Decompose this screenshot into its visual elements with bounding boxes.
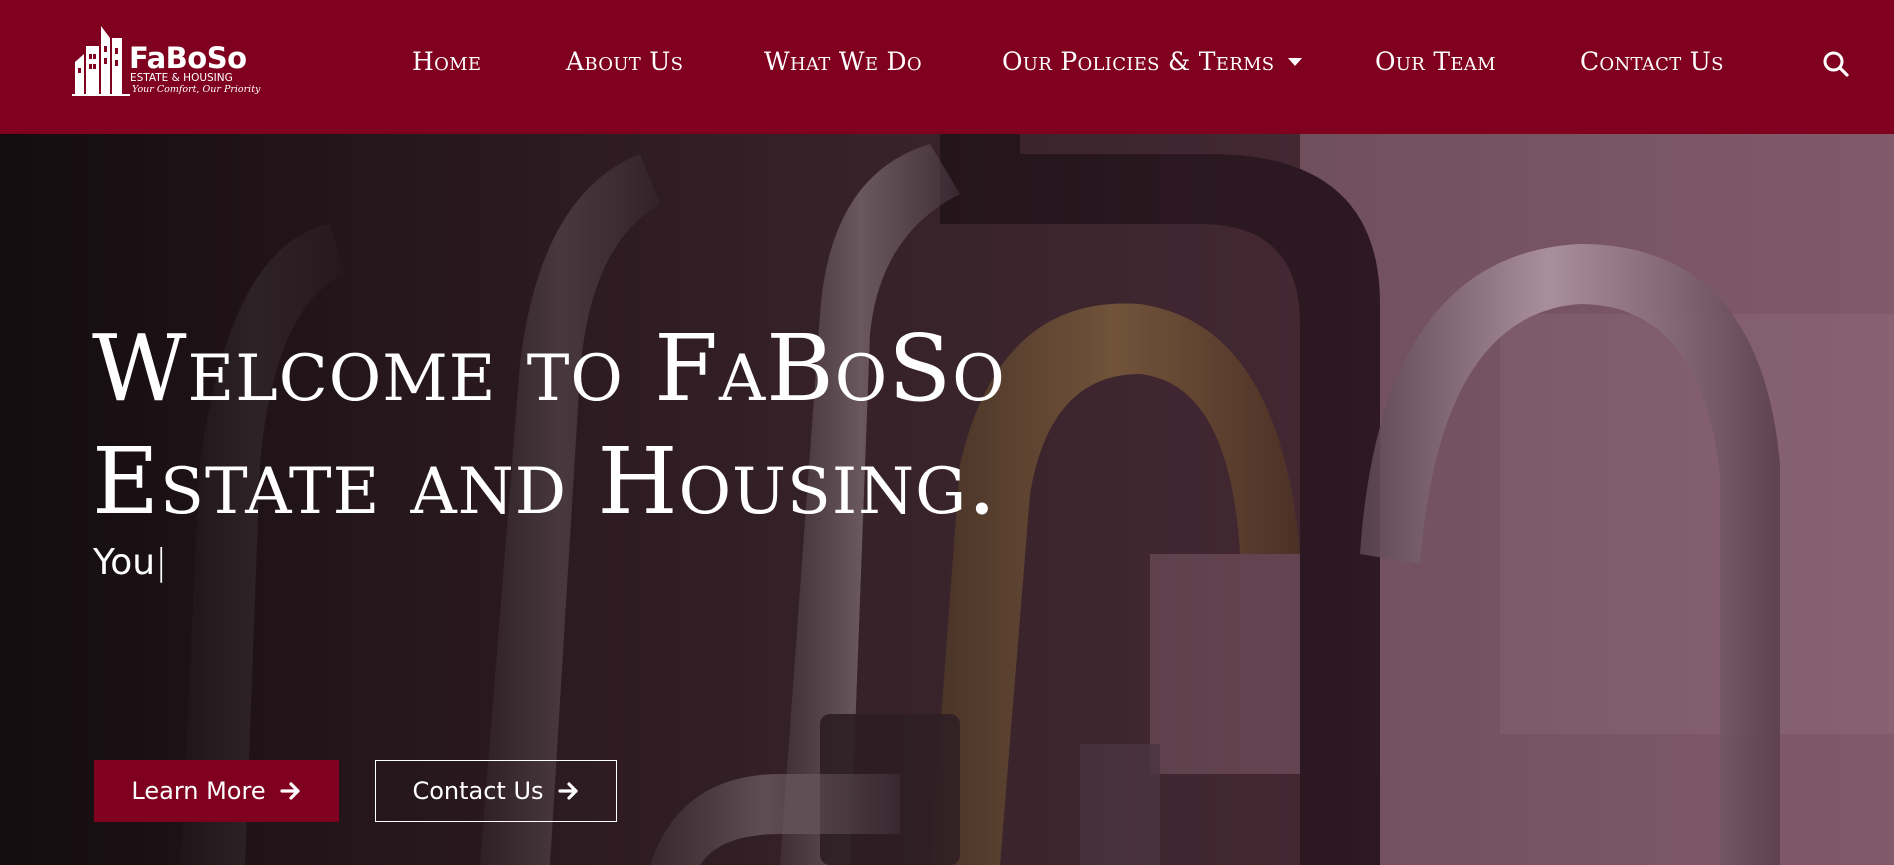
nav-item-about-us[interactable]: About Us <box>566 44 683 80</box>
typed-text-value: You <box>93 542 156 583</box>
nav-item-home[interactable]: Home <box>412 44 481 80</box>
arrow-right-icon <box>279 782 300 800</box>
nav-item-label: Our Policies & Terms <box>1002 47 1275 76</box>
search-icon[interactable] <box>1822 50 1850 78</box>
hero-title: Welcome to FaBoSo Estate and Housing. <box>92 312 1392 538</box>
typed-text: You| <box>93 541 167 585</box>
main-nav: Home About Us What We Do Our Policies & … <box>0 0 1894 134</box>
site-header: FaBoSo ESTATE & HOUSING Your Comfort, Ou… <box>0 0 1894 134</box>
contact-us-button[interactable]: Contact Us <box>375 760 617 822</box>
hero-title-line-1: Welcome to FaBoSo <box>92 315 1006 422</box>
nav-item-contact-us[interactable]: Contact Us <box>1580 44 1724 80</box>
learn-more-button[interactable]: Learn More <box>94 760 339 822</box>
contact-us-label: Contact Us <box>412 777 544 805</box>
nav-item-our-team[interactable]: Our Team <box>1375 44 1496 80</box>
nav-item-policies-terms[interactable]: Our Policies & Terms <box>1002 44 1303 80</box>
typing-cursor: | <box>155 542 168 583</box>
hero-title-line-2: Estate and Housing. <box>92 428 998 535</box>
chevron-down-icon[interactable] <box>1288 57 1303 66</box>
nav-item-what-we-do[interactable]: What We Do <box>764 44 922 80</box>
hero-section: Welcome to FaBoSo Estate and Housing. You… <box>0 134 1894 865</box>
arrow-right-icon <box>557 782 578 800</box>
learn-more-label: Learn More <box>131 777 266 805</box>
